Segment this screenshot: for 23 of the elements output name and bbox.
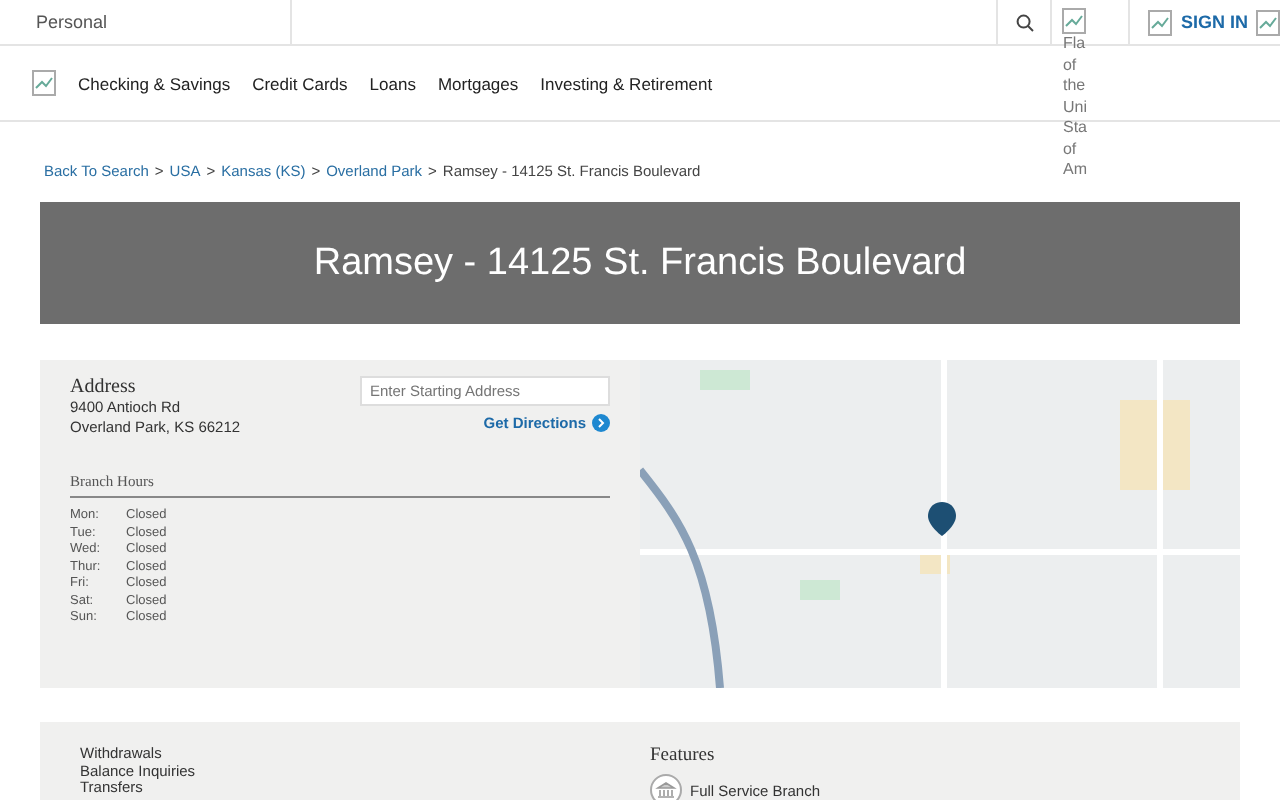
image-alt-text: of [1062, 55, 1077, 76]
nav-link[interactable]: Investing & Retirement [540, 73, 713, 93]
image-alt-text: Sta [1062, 118, 1087, 139]
page-title: Ramsey - 14125 St. Francis Boulevard [313, 241, 967, 285]
nav-link[interactable]: Credit Cards [252, 73, 348, 93]
image-alt-text: of [1062, 139, 1077, 160]
image-alt-text: Am [1062, 160, 1087, 181]
broken-image-icon [1148, 9, 1173, 35]
nav-link[interactable]: Checking & Savings [78, 73, 231, 93]
broken-image-icon [1062, 8, 1087, 34]
image-alt-text: Fla [1062, 34, 1086, 55]
chevron-right-icon [592, 414, 610, 432]
nav-link[interactable]: Mortgages [437, 73, 519, 93]
search-icon[interactable] [1015, 13, 1034, 31]
image-alt-text: the [1062, 76, 1086, 97]
bank-icon [650, 774, 682, 800]
features-heading: Features [650, 746, 717, 766]
nav-link[interactable]: Loans [369, 73, 416, 93]
sign-in-button[interactable]: SIGN IN [1180, 12, 1248, 32]
address-heading: Address [70, 376, 138, 398]
image-alt-text: Uni [1062, 97, 1087, 118]
segment-label[interactable]: Personal [0, 0, 292, 44]
broken-image-icon [32, 70, 56, 96]
